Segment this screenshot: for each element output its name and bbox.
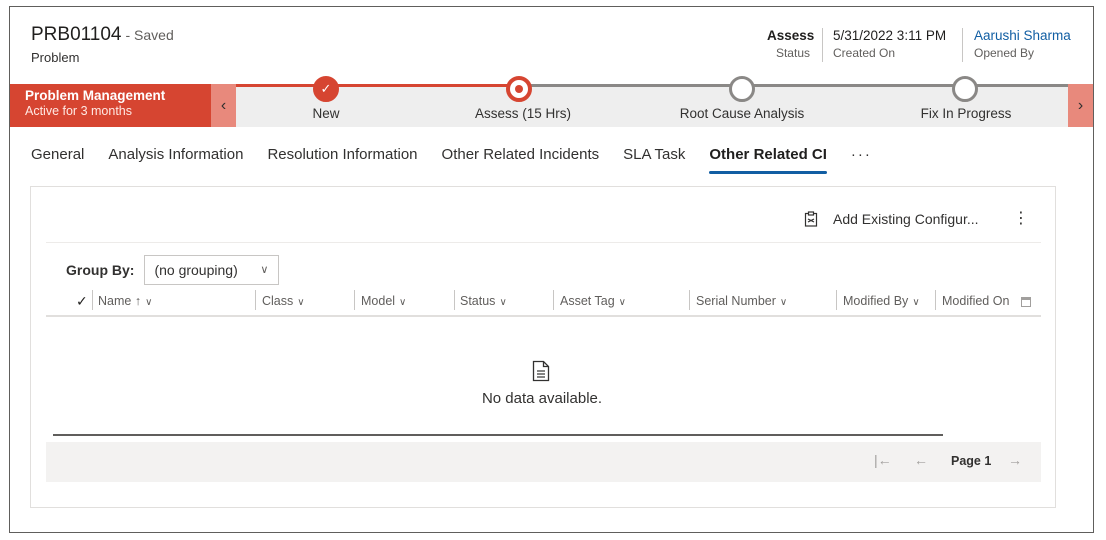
subgrid-command-bar: Add Existing Configur... ⋮ — [31, 187, 1055, 244]
tab-resolution-information[interactable]: Resolution Information — [267, 139, 417, 175]
column-divider — [354, 290, 355, 310]
chevron-down-icon: ∨ — [618, 297, 626, 308]
stage-new-check-icon[interactable]: ✓ — [313, 76, 339, 102]
process-name-box[interactable]: Problem Management Active for 3 months — [10, 84, 211, 127]
process-line-pending — [526, 84, 1068, 87]
form-frame: PRB01104- Saved Problem Assess Status 5/… — [9, 6, 1094, 533]
stage-label-root-cause[interactable]: Root Cause Analysis — [680, 106, 805, 121]
stage-label-fix[interactable]: Fix In Progress — [921, 106, 1012, 121]
column-divider — [255, 290, 256, 310]
next-page-icon[interactable]: → — [1008, 452, 1022, 468]
first-page-icon[interactable]: |← — [874, 452, 892, 468]
chevron-down-icon: ∨ — [499, 297, 507, 308]
chevron-down-icon: ∨ — [145, 297, 153, 308]
column-header-class[interactable]: Class ∨ — [262, 289, 305, 313]
stage-fix-icon[interactable] — [952, 76, 978, 102]
column-header-modified-on[interactable]: Modified On — [942, 289, 1009, 313]
document-icon — [532, 360, 550, 382]
column-divider — [935, 290, 936, 310]
column-header-serial-number[interactable]: Serial Number ∨ — [696, 289, 787, 313]
stage-label-new[interactable]: New — [312, 106, 339, 121]
related-ci-subgrid: Add Existing Configur... ⋮ Group By: (no… — [30, 186, 1056, 508]
chevron-right-icon[interactable]: › — [1068, 84, 1093, 127]
header-divider — [962, 28, 963, 62]
process-name: Problem Management — [25, 88, 166, 103]
status-value: Assess — [767, 28, 815, 43]
column-edit-icon[interactable] — [1021, 297, 1031, 307]
status-label: Status — [775, 46, 810, 60]
chevron-down-icon: ∨ — [779, 297, 788, 308]
clipboard-icon — [804, 211, 818, 227]
stage-root-cause-icon[interactable] — [729, 76, 755, 102]
add-existing-label: Add Existing Configur... — [833, 211, 979, 227]
column-header-asset-tag[interactable]: Asset Tag ∨ — [560, 289, 626, 313]
empty-state-message: No data available. — [481, 390, 603, 407]
grid-column-headers: ✓ Name ↑ ∨ Class ∨ Model ∨ Status ∨ Asset Ta… — [46, 289, 1041, 317]
header-field-opened-by: Aarushi Sharma Opened By — [974, 28, 1071, 60]
column-divider — [836, 290, 837, 310]
chevron-left-icon[interactable]: ‹ — [211, 84, 236, 127]
column-header-status[interactable]: Status ∨ — [460, 289, 507, 313]
opened-by-link[interactable]: Aarushi Sharma — [974, 28, 1071, 43]
tab-other-related-ci[interactable]: Other Related CI — [709, 139, 827, 175]
group-by-value: (no grouping) — [154, 262, 238, 278]
opened-by-label: Opened By — [974, 46, 1035, 60]
tab-more-button[interactable]: ··· — [851, 139, 872, 175]
process-line-completed — [236, 84, 526, 87]
chevron-down-icon: ∨ — [912, 297, 920, 308]
stage-assess-active-icon[interactable] — [506, 76, 532, 102]
form-tabs: General Analysis Information Resolution … — [31, 139, 872, 175]
tab-sla-task[interactable]: SLA Task — [623, 139, 685, 175]
command-bar-divider — [46, 242, 1041, 243]
more-commands-icon[interactable]: ⋮ — [1013, 211, 1029, 227]
column-header-model[interactable]: Model ∨ — [361, 289, 406, 313]
chevron-down-icon: ∨ — [399, 297, 407, 308]
horizontal-scrollbar[interactable] — [53, 434, 943, 436]
record-id: PRB01104 — [31, 24, 122, 45]
tab-other-related-incidents[interactable]: Other Related Incidents — [442, 139, 600, 175]
add-existing-button[interactable]: Add Existing Configur... — [804, 211, 979, 227]
column-divider — [92, 290, 93, 310]
entity-name: Problem — [31, 50, 80, 65]
page-number: Page 1 — [951, 454, 992, 468]
created-on-value: 5/31/2022 3:11 PM — [833, 28, 947, 43]
chevron-down-icon: ∨ — [260, 264, 269, 276]
column-divider — [689, 290, 690, 310]
group-by-label: Group By: — [66, 262, 135, 278]
group-by-dropdown[interactable]: (no grouping) ∨ — [144, 255, 280, 285]
chevron-down-icon: ∨ — [297, 297, 305, 308]
header-field-status: Assess Status — [767, 28, 815, 60]
header-divider — [822, 28, 823, 62]
save-state: - Saved — [125, 27, 174, 43]
column-divider — [553, 290, 554, 310]
header-field-created-on: 5/31/2022 3:11 PM Created On — [833, 28, 946, 60]
group-by: Group By: (no grouping) ∨ — [66, 255, 280, 285]
business-process-flow: Problem Management Active for 3 months ‹… — [10, 76, 1093, 127]
tab-general[interactable]: General — [31, 139, 84, 175]
column-header-name[interactable]: Name ↑ ∨ — [98, 289, 152, 313]
previous-page-icon[interactable]: ← — [914, 452, 928, 468]
tab-analysis-information[interactable]: Analysis Information — [108, 139, 243, 175]
grid-pager: |← ← Page 1 → — [46, 442, 1041, 482]
record-title: PRB01104- Saved — [31, 24, 174, 46]
process-duration: Active for 3 months — [25, 104, 132, 118]
column-divider — [454, 290, 455, 310]
select-all-checkmark-icon[interactable]: ✓ — [76, 293, 88, 310]
stage-label-assess[interactable]: Assess (15 Hrs) — [475, 106, 571, 121]
created-on-label: Created On — [833, 46, 896, 60]
column-header-modified-by[interactable]: Modified By ∨ — [843, 289, 920, 313]
